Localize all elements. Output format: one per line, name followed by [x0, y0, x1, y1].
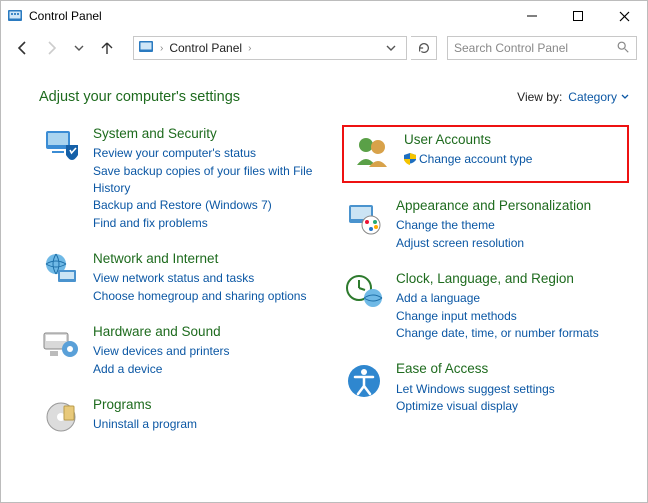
category-hardware-sound: Hardware and Sound View devices and prin…	[39, 323, 326, 378]
refresh-button[interactable]	[411, 36, 437, 60]
column-left: System and Security Review your computer…	[39, 125, 326, 456]
system-security-icon[interactable]	[39, 125, 83, 232]
category-network-internet: Network and Internet View network status…	[39, 250, 326, 305]
window-title: Control Panel	[29, 9, 102, 23]
view-by-control: View by: Category	[517, 90, 629, 104]
address-dropdown[interactable]	[380, 43, 402, 53]
link-change-account-type[interactable]: Change account type	[404, 151, 621, 170]
category-ease-of-access: Ease of Access Let Windows suggest setti…	[342, 360, 629, 415]
titlebar: Control Panel	[1, 1, 647, 31]
category-title[interactable]: System and Security	[93, 125, 217, 143]
page-headline: Adjust your computer's settings	[39, 89, 240, 105]
column-right: User Accounts Change account type	[342, 125, 629, 456]
link-devices-printers[interactable]: View devices and printers	[93, 343, 326, 360]
minimize-button[interactable]	[509, 1, 555, 31]
control-panel-app-icon	[7, 8, 23, 24]
clock-language-icon[interactable]	[342, 270, 386, 342]
content-area: Adjust your computer's settings View by:…	[1, 65, 647, 474]
chevron-down-icon	[621, 93, 629, 101]
ease-of-access-icon[interactable]	[342, 360, 386, 415]
window-controls	[509, 1, 647, 31]
recent-locations-dropdown[interactable]	[67, 36, 91, 60]
forward-button[interactable]	[39, 36, 63, 60]
search-placeholder: Search Control Panel	[454, 41, 568, 55]
view-by-dropdown[interactable]: Category	[568, 90, 629, 104]
search-input[interactable]: Search Control Panel	[447, 36, 637, 60]
up-button[interactable]	[95, 36, 119, 60]
link-find-fix[interactable]: Find and fix problems	[93, 215, 326, 232]
highlight-user-accounts: User Accounts Change account type	[342, 125, 629, 183]
view-by-label: View by:	[517, 90, 562, 104]
category-title[interactable]: Hardware and Sound	[93, 323, 221, 341]
navigation-bar: › Control Panel › Search Control Panel	[1, 31, 647, 65]
link-windows-suggest[interactable]: Let Windows suggest settings	[396, 381, 629, 398]
category-system-security: System and Security Review your computer…	[39, 125, 326, 232]
close-button[interactable]	[601, 1, 647, 31]
link-add-device[interactable]: Add a device	[93, 361, 326, 378]
chevron-right-icon[interactable]: ›	[248, 43, 251, 54]
search-icon	[616, 40, 630, 57]
category-clock-language-region: Clock, Language, and Region Add a langua…	[342, 270, 629, 342]
address-icon	[138, 39, 154, 58]
link-uninstall[interactable]: Uninstall a program	[93, 416, 326, 433]
chevron-right-icon: ›	[160, 43, 163, 54]
category-title[interactable]: Clock, Language, and Region	[396, 270, 574, 288]
address-bar[interactable]: › Control Panel ›	[133, 36, 407, 60]
user-accounts-icon[interactable]	[350, 131, 394, 173]
hardware-sound-icon[interactable]	[39, 323, 83, 378]
category-programs: Programs Uninstall a program	[39, 396, 326, 438]
uac-shield-icon	[404, 153, 416, 170]
back-button[interactable]	[11, 36, 35, 60]
link-change-theme[interactable]: Change the theme	[396, 217, 629, 234]
link-input-methods[interactable]: Change input methods	[396, 308, 629, 325]
link-add-language[interactable]: Add a language	[396, 290, 629, 307]
link-backup-restore[interactable]: Backup and Restore (Windows 7)	[93, 197, 326, 214]
link-optimize-display[interactable]: Optimize visual display	[396, 398, 629, 415]
programs-icon[interactable]	[39, 396, 83, 438]
link-text: Change account type	[419, 152, 532, 166]
category-title[interactable]: Programs	[93, 396, 152, 414]
view-by-value: Category	[568, 90, 617, 104]
appearance-icon[interactable]	[342, 197, 386, 252]
link-date-time-formats[interactable]: Change date, time, or number formats	[396, 325, 629, 342]
category-appearance-personalization: Appearance and Personalization Change th…	[342, 197, 629, 252]
category-title[interactable]: User Accounts	[404, 131, 491, 149]
network-internet-icon[interactable]	[39, 250, 83, 305]
maximize-button[interactable]	[555, 1, 601, 31]
link-screen-resolution[interactable]: Adjust screen resolution	[396, 235, 629, 252]
link-file-history[interactable]: Save backup copies of your files with Fi…	[93, 163, 326, 198]
category-user-accounts: User Accounts Change account type	[350, 131, 621, 173]
category-title[interactable]: Network and Internet	[93, 250, 218, 268]
category-title[interactable]: Ease of Access	[396, 360, 488, 378]
link-network-status[interactable]: View network status and tasks	[93, 270, 326, 287]
link-review-status[interactable]: Review your computer's status	[93, 145, 326, 162]
breadcrumb-control-panel[interactable]: Control Panel	[169, 41, 242, 55]
category-title[interactable]: Appearance and Personalization	[396, 197, 591, 215]
link-homegroup[interactable]: Choose homegroup and sharing options	[93, 288, 326, 305]
